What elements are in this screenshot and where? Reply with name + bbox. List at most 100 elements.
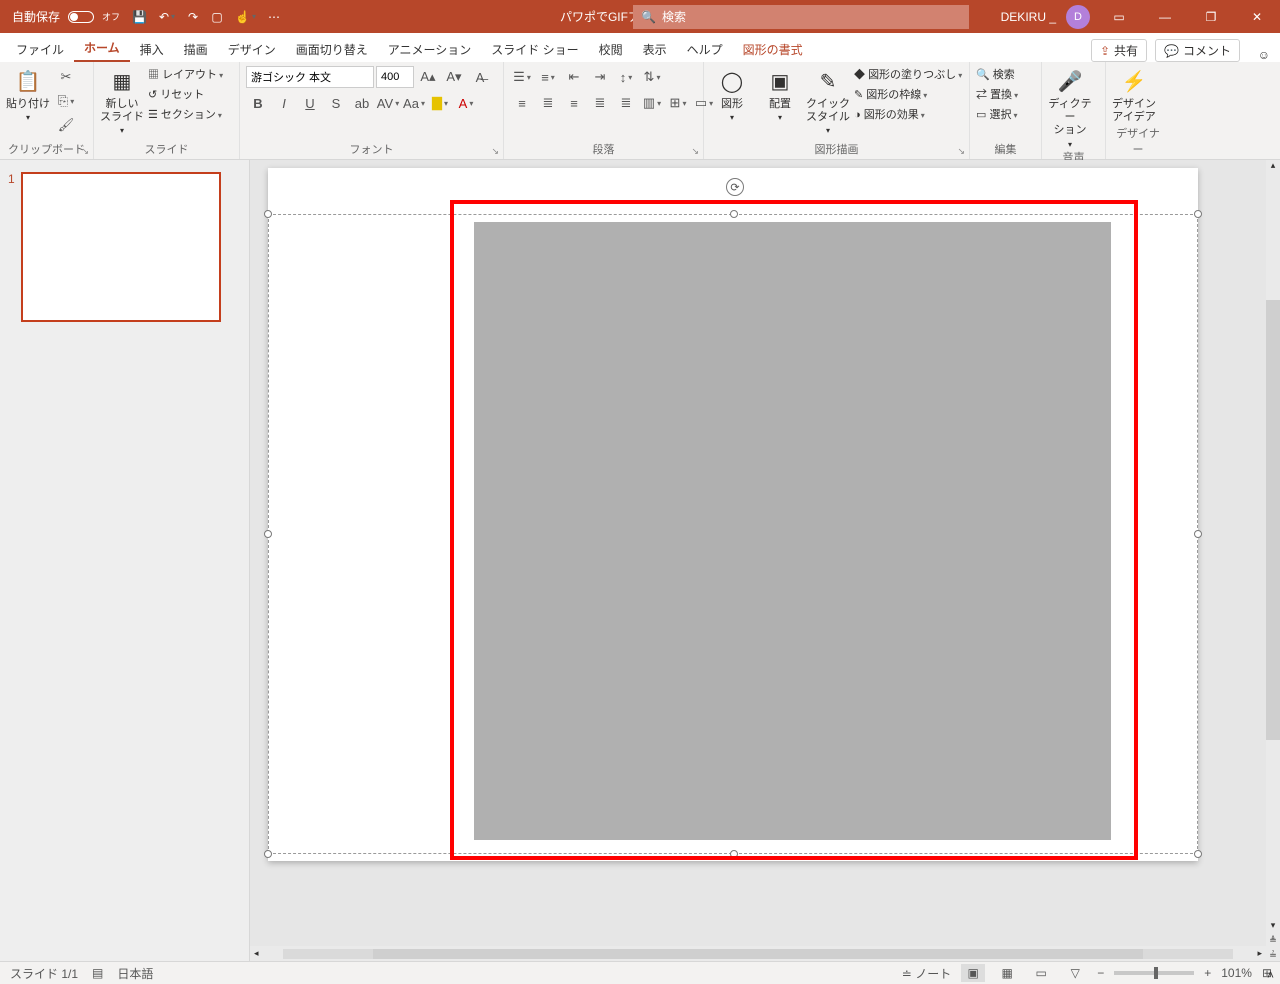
copy-icon[interactable]: ⎘ [54,90,78,112]
user-name[interactable]: DEKIRU _ [997,10,1060,24]
shrink-font-icon[interactable]: A▾ [442,66,466,88]
zoom-level[interactable]: 101% [1221,966,1252,980]
shadow-icon[interactable]: ab [350,92,374,114]
thumbnail-pane[interactable]: 1 [0,160,250,961]
tab-slideshow[interactable]: スライド ショー [481,35,588,62]
grow-font-icon[interactable]: A▴ [416,66,440,88]
avatar[interactable]: D [1066,5,1090,29]
columns-icon[interactable]: ▥ [640,92,664,114]
selected-shape[interactable] [474,222,1111,840]
zoom-slider[interactable] [1114,971,1194,975]
handle[interactable] [264,210,272,218]
vertical-scrollbar[interactable]: ▴ ▾ ≜ ≟ [1266,160,1280,961]
touch-icon[interactable]: ☝ [231,5,260,29]
design-ideas-button[interactable]: ⚡デザイン アイデア [1112,66,1156,124]
accessibility-icon[interactable]: ▤ [92,966,103,980]
tab-home[interactable]: ホーム [74,33,130,62]
scroll-left-icon[interactable]: ◂ [250,948,263,959]
new-slide-button[interactable]: ▦新しい スライド▾ [100,66,144,136]
line-spacing-icon[interactable]: ↕ [614,66,638,88]
slide-counter[interactable]: スライド 1/1 [10,965,78,982]
autosave-toggle[interactable] [68,11,94,23]
tab-help[interactable]: ヘルプ [677,35,733,62]
close-icon[interactable]: ✕ [1234,0,1280,33]
shape-effects-button[interactable]: ◑ 図形の効果 [854,106,962,122]
tab-file[interactable]: ファイル [6,35,74,62]
scroll-right-icon[interactable]: ▸ [1253,948,1266,959]
distribute-icon[interactable]: ≣ [614,92,638,114]
redo-icon[interactable]: ↷ [183,5,203,29]
tab-view[interactable]: 表示 [633,35,677,62]
align-center-icon[interactable]: ≣ [536,92,560,114]
slide-editor[interactable]: ⟳ ▴ ▾ ≜ ≟ ◂ ▸ [250,160,1280,961]
italic-icon[interactable]: I [272,92,296,114]
undo-icon[interactable]: ↶ [155,5,179,29]
tab-insert[interactable]: 挿入 [130,35,174,62]
shape-outline-button[interactable]: ✎ 図形の枠線 [854,86,962,102]
maximize-icon[interactable]: ❐ [1188,0,1234,33]
bullets-icon[interactable]: ☰ [510,66,534,88]
search-input[interactable] [662,10,969,24]
dialog-launcher-icon[interactable]: ↘ [81,146,89,157]
format-painter-icon[interactable]: 🖌 [54,114,78,136]
comments-button[interactable]: 💬コメント [1155,39,1240,62]
zoom-knob[interactable] [1154,967,1158,979]
text-direction-icon[interactable]: ⇅ [640,66,664,88]
notes-button[interactable]: ≐ ノート [902,965,951,982]
handle[interactable] [1194,210,1202,218]
clear-format-icon[interactable]: A̶ [468,66,492,88]
present-icon[interactable]: ▢ [207,5,227,29]
bold-icon[interactable]: B [246,92,270,114]
shapes-button[interactable]: ◯図形▾ [710,66,754,123]
shape-fill-button[interactable]: ◆ 図形の塗りつぶし [854,66,962,82]
normal-view-icon[interactable]: ▣ [961,964,985,982]
layout-button[interactable]: ▦ レイアウト [148,66,223,82]
share-button[interactable]: ⇪共有 [1091,39,1147,62]
reset-button[interactable]: ↺ リセット [148,86,223,102]
dialog-launcher-icon[interactable]: ↘ [491,146,499,157]
tab-shape-format[interactable]: 図形の書式 [733,35,813,62]
align-text-icon[interactable]: ⊞ [666,92,690,114]
section-button[interactable]: ☰ セクション [148,106,223,122]
dialog-launcher-icon[interactable]: ↘ [691,146,699,157]
strike-icon[interactable]: S [324,92,348,114]
paste-button[interactable]: 📋貼り付け▾ [6,66,50,123]
next-slide-icon[interactable]: ≟ [1266,950,1280,961]
scrollbar-thumb[interactable] [1266,300,1280,740]
reading-view-icon[interactable]: ▭ [1029,964,1053,982]
scroll-up-icon[interactable]: ▴ [1266,160,1280,171]
arrange-button[interactable]: ▣配置▾ [758,66,802,123]
rotate-handle-icon[interactable]: ⟳ [726,178,744,196]
tab-transitions[interactable]: 画面切り替え [286,35,378,62]
dictate-button[interactable]: 🎤ディクテー ション▾ [1048,66,1092,149]
font-size-input[interactable] [376,66,414,88]
replace-button[interactable]: ⇄ 置換 [976,86,1018,102]
slide-thumbnail[interactable] [21,172,221,322]
tab-design[interactable]: デザイン [218,35,286,62]
font-color-icon[interactable]: A [454,92,478,114]
tab-review[interactable]: 校閲 [589,35,633,62]
select-button[interactable]: ▭ 選択 [976,106,1018,122]
prev-slide-icon[interactable]: ≜ [1266,935,1280,946]
slideshow-view-icon[interactable]: ▽ [1063,964,1087,982]
char-spacing-icon[interactable]: AV [376,92,400,114]
align-right-icon[interactable]: ≡ [562,92,586,114]
sorter-view-icon[interactable]: ▦ [995,964,1019,982]
justify-icon[interactable]: ≣ [588,92,612,114]
search-box[interactable]: 🔍 [633,5,969,29]
numbering-icon[interactable]: ≡ [536,66,560,88]
font-name-input[interactable] [246,66,374,88]
tab-animations[interactable]: アニメーション [378,35,482,62]
align-left-icon[interactable]: ≡ [510,92,534,114]
change-case-icon[interactable]: Aa [402,92,426,114]
handle[interactable] [264,530,272,538]
feedback-icon[interactable]: ☺ [1258,48,1270,62]
zoom-out-icon[interactable]: − [1097,966,1104,980]
ribbon-display-icon[interactable]: ▭ [1096,0,1142,33]
scroll-down-icon[interactable]: ▾ [1266,920,1280,931]
minimize-icon[interactable]: — [1142,0,1188,33]
dialog-launcher-icon[interactable]: ↘ [957,146,965,157]
highlight-icon[interactable]: ▇ [428,92,452,114]
language[interactable]: 日本語 [117,965,153,982]
indent-icon[interactable]: ⇥ [588,66,612,88]
